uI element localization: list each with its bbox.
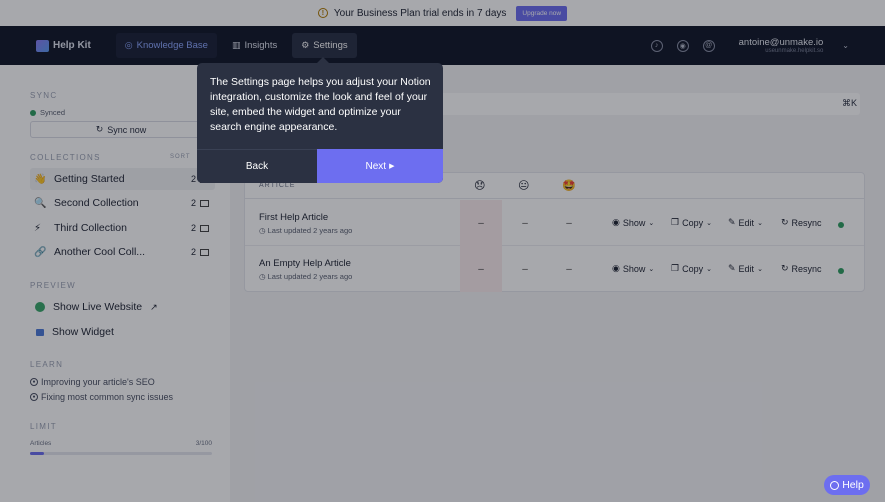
tooltip-next-label: Next (365, 160, 387, 172)
chat-bubble-icon (830, 480, 840, 490)
tooltip-next-button[interactable]: Next ▶ (317, 149, 443, 183)
tooltip-back-button[interactable]: Back (197, 149, 317, 183)
help-label: Help (842, 479, 864, 491)
caret-right-icon: ▶ (389, 163, 395, 170)
tooltip-text: The Settings page helps you adjust your … (210, 76, 431, 133)
settings-tour-tooltip: The Settings page helps you adjust your … (197, 63, 443, 183)
help-button[interactable]: Help (824, 475, 870, 495)
